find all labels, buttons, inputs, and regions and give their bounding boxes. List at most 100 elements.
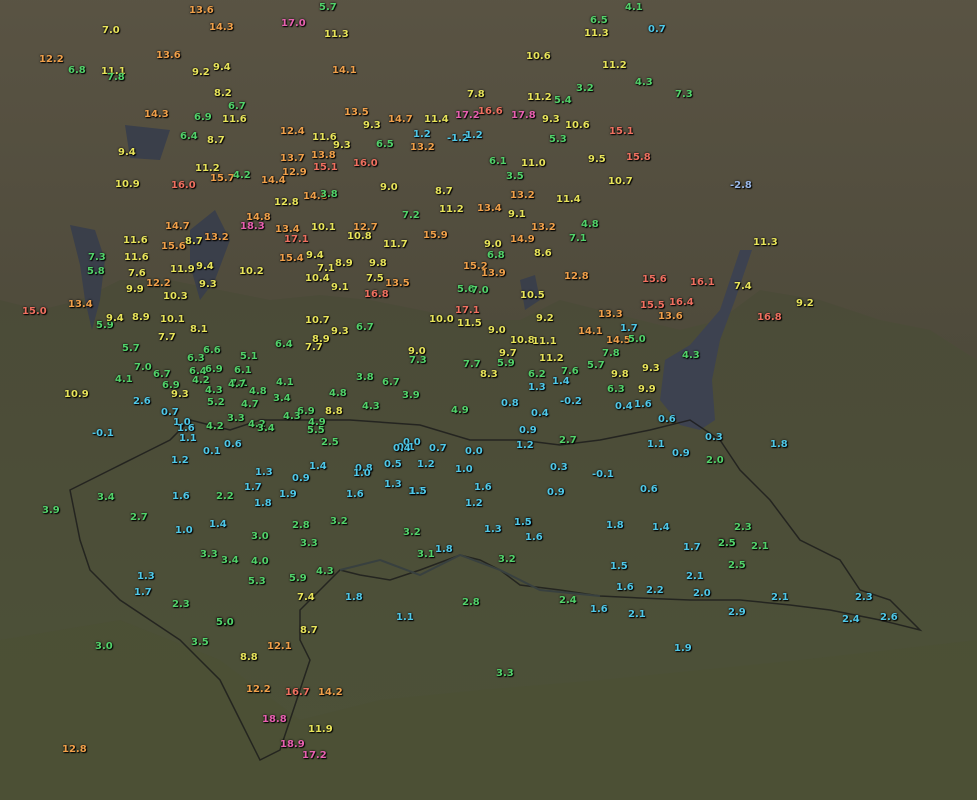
station-value: 1.3 [255, 467, 273, 478]
station-value: 0.1 [203, 446, 221, 457]
station-value: 1.5 [514, 517, 532, 528]
station-value: 6.7 [382, 377, 400, 388]
station-value: 3.5 [506, 171, 524, 182]
station-value: 8.7 [207, 135, 225, 146]
station-value: 0.3 [705, 432, 723, 443]
station-value: 11.4 [556, 194, 581, 205]
station-value: 1.8 [435, 544, 453, 555]
station-value: 3.4 [257, 423, 275, 434]
station-value: 13.5 [385, 278, 410, 289]
station-value: 1.0 [455, 464, 473, 475]
station-value: 5.7 [122, 343, 140, 354]
station-value: 10.6 [565, 120, 590, 131]
station-value: 0.0 [465, 446, 483, 457]
station-value: 11.0 [521, 158, 546, 169]
station-value: 1.9 [279, 489, 297, 500]
station-value: 10.8 [347, 231, 372, 242]
station-value: 1.4 [209, 519, 227, 530]
station-value: 1.2 [516, 440, 534, 451]
station-value: 11.9 [308, 724, 333, 735]
station-value: 2.0 [693, 588, 711, 599]
station-value: 2.7 [559, 435, 577, 446]
station-value: 3.8 [356, 372, 374, 383]
station-value: 5.3 [549, 134, 567, 145]
station-value: 7.8 [467, 89, 485, 100]
station-value: 0.6 [224, 439, 242, 450]
station-value: 4.3 [682, 350, 700, 361]
station-value: 2.6 [880, 612, 898, 623]
station-value: 1.2 [465, 130, 483, 141]
station-value: 16.4 [669, 297, 694, 308]
station-value: 13.9 [481, 268, 506, 279]
station-value: 4.1 [115, 374, 133, 385]
station-value: 13.5 [344, 107, 369, 118]
station-value: 9.2 [536, 313, 554, 324]
station-value: 1.8 [606, 520, 624, 531]
station-value: 11.2 [439, 204, 464, 215]
station-value: 17.2 [455, 110, 480, 121]
station-value: 2.8 [292, 520, 310, 531]
station-value: 15.4 [279, 253, 304, 264]
station-value: 5.7 [587, 360, 605, 371]
station-value: 5.0 [628, 334, 646, 345]
station-value: 13.3 [598, 309, 623, 320]
station-value: 3.4 [221, 555, 239, 566]
station-value: 9.1 [508, 209, 526, 220]
station-value: 14.4 [261, 175, 286, 186]
station-value: 5.9 [497, 358, 515, 369]
station-value: 8.3 [480, 369, 498, 380]
station-value: 9.4 [196, 261, 214, 272]
station-value: 2.2 [646, 585, 664, 596]
station-value: 2.1 [686, 571, 704, 582]
station-value: 6.9 [194, 112, 212, 123]
station-value: 6.2 [528, 369, 546, 380]
weather-map: 13.6 5.7 17.0 14.3 7.0 11.3 6.5 11.3 4.1 0.7 12.2 6… [0, 0, 977, 800]
station-value: 10.8 [510, 335, 535, 346]
station-value: 4.8 [329, 388, 347, 399]
station-value: 18.3 [240, 221, 265, 232]
station-value: 1.2 [417, 459, 435, 470]
station-value: 2.5 [718, 538, 736, 549]
station-value: 1.3 [528, 382, 546, 393]
station-value: 1.8 [345, 592, 363, 603]
station-value: 7.2 [402, 210, 420, 221]
station-value: 9.3 [542, 114, 560, 125]
station-value: 0.7 [429, 443, 447, 454]
station-value: 1.4 [652, 522, 670, 533]
station-value: 8.8 [325, 406, 343, 417]
station-value: 11.1 [532, 336, 557, 347]
station-value: 4.0 [251, 556, 269, 567]
station-value: 1.6 [172, 491, 190, 502]
station-value: 10.9 [115, 179, 140, 190]
station-value: 15.6 [161, 241, 186, 252]
station-value: 1.6 [525, 532, 543, 543]
station-value: 10.1 [160, 314, 185, 325]
station-value: 2.4 [559, 595, 577, 606]
station-value: 8.9 [335, 258, 353, 269]
station-value: 6.9 [205, 364, 223, 375]
station-value: 10.1 [311, 222, 336, 233]
station-value: 11.5 [457, 318, 482, 329]
station-value: 1.6 [590, 604, 608, 615]
station-value: 1.8 [254, 498, 272, 509]
station-value: 4.8 [249, 386, 267, 397]
station-value: 10.3 [163, 291, 188, 302]
station-value: 11.4 [424, 114, 449, 125]
station-value: 4.3 [362, 401, 380, 412]
station-value: 9.3 [199, 279, 217, 290]
station-value: 11.7 [383, 239, 408, 250]
station-value: 14.7 [388, 114, 413, 125]
station-value: 13.7 [280, 153, 305, 164]
station-value: 3.9 [402, 390, 420, 401]
station-value: 9.3 [331, 326, 349, 337]
station-value: 2.5 [321, 437, 339, 448]
station-value: 1.3 [484, 524, 502, 535]
station-value: 10.9 [64, 389, 89, 400]
station-value: 9.3 [363, 120, 381, 131]
station-value: 2.0 [706, 455, 724, 466]
station-value: 0.9 [547, 487, 565, 498]
station-value: 10.6 [526, 51, 551, 62]
station-value: 2.3 [172, 599, 190, 610]
station-value: 8.2 [214, 88, 232, 99]
station-value: 4.1 [276, 377, 294, 388]
